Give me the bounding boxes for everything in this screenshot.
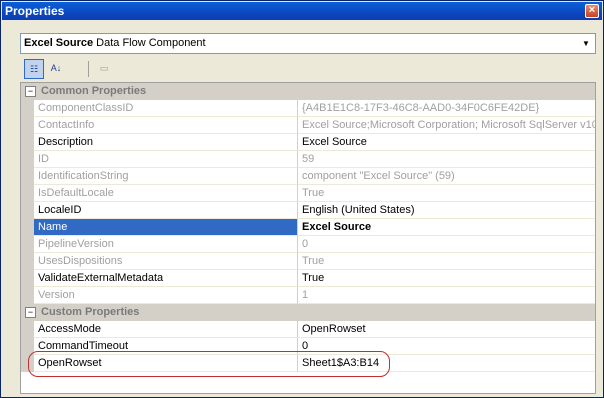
property-row[interactable]: IsDefaultLocale True xyxy=(21,185,595,202)
property-name[interactable]: ContactInfo xyxy=(34,117,298,134)
property-value[interactable]: Excel Source xyxy=(298,219,595,236)
property-row[interactable]: PipelineVersion 0 xyxy=(21,236,595,253)
property-name[interactable]: LocaleID xyxy=(34,202,298,219)
category-row[interactable]: − Common Properties xyxy=(21,83,595,100)
object-selector-dropdown[interactable]: Excel Source Data Flow Component ▼ xyxy=(20,33,596,54)
property-value: True xyxy=(298,253,595,270)
toolbar-separator xyxy=(88,61,89,77)
property-name[interactable]: ValidateExternalMetadata xyxy=(34,270,298,287)
property-pages-icon[interactable]: ▭ xyxy=(94,59,114,79)
property-name[interactable]: IsDefaultLocale xyxy=(34,185,298,202)
categorized-icon[interactable]: ☷ xyxy=(24,59,44,79)
property-row[interactable]: ContactInfo Excel Source;Microsoft Corpor… xyxy=(21,117,595,134)
openrowset-callout-highlight xyxy=(28,351,390,377)
property-name[interactable]: Name xyxy=(34,219,298,236)
property-grid-rows: − Common Properties ComponentClassID {A4B1E… xyxy=(21,83,595,372)
property-name[interactable]: Version xyxy=(34,287,298,304)
collapse-icon[interactable]: − xyxy=(25,307,36,318)
property-value: Excel Source;Microsoft Corporation; Micr… xyxy=(298,117,595,134)
property-row[interactable]: IdentificationString component "Excel Sou… xyxy=(21,168,595,185)
property-row[interactable]: Description Excel Source xyxy=(21,134,595,151)
property-name[interactable]: Description xyxy=(34,134,298,151)
property-value: {A4B1E1C8-17F3-46C8-AAD0-34F0C6FE42DE} xyxy=(298,100,595,117)
object-name: Excel Source xyxy=(24,37,94,49)
property-row[interactable]: ID 59 xyxy=(21,151,595,168)
property-name[interactable]: PipelineVersion xyxy=(34,236,298,253)
alphabetical-icon[interactable]: A↓ xyxy=(46,59,66,79)
property-row[interactable]: ComponentClassID {A4B1E1C8-17F3-46C8-AAD0… xyxy=(21,100,595,117)
property-row[interactable]: UsesDispositions True xyxy=(21,253,595,270)
properties-window: Properties × Excel Source Data Flow Comp… xyxy=(0,0,604,398)
property-value[interactable]: True xyxy=(298,270,595,287)
property-row[interactable]: AccessMode OpenRowset xyxy=(21,321,595,338)
category-label: Custom Properties xyxy=(41,306,140,318)
property-row[interactable]: Version 1 xyxy=(21,287,595,304)
property-row[interactable]: Name Excel Source xyxy=(21,219,595,236)
property-value: 0 xyxy=(298,236,595,253)
property-name[interactable]: AccessMode xyxy=(34,321,298,338)
property-row[interactable]: ValidateExternalMetadata True xyxy=(21,270,595,287)
chevron-down-icon[interactable]: ▼ xyxy=(579,36,593,51)
close-icon[interactable]: × xyxy=(585,4,599,18)
property-row[interactable]: LocaleID English (United States) xyxy=(21,202,595,219)
category-row[interactable]: − Custom Properties xyxy=(21,304,595,321)
title-bar: Properties × xyxy=(2,2,602,20)
property-name[interactable]: UsesDispositions xyxy=(34,253,298,270)
property-value[interactable]: OpenRowset xyxy=(298,321,595,338)
property-value: 1 xyxy=(298,287,595,304)
window-title: Properties xyxy=(5,4,65,18)
property-name[interactable]: ComponentClassID xyxy=(34,100,298,117)
object-type: Data Flow Component xyxy=(96,37,206,49)
property-name[interactable]: IdentificationString xyxy=(34,168,298,185)
property-value: component "Excel Source" (59) xyxy=(298,168,595,185)
property-value: 59 xyxy=(298,151,595,168)
collapse-icon[interactable]: − xyxy=(25,86,36,97)
property-name[interactable]: ID xyxy=(34,151,298,168)
property-grid: − Common Properties ComponentClassID {A4B1E… xyxy=(20,82,596,394)
properties-toolbar: ☷ A↓ ▭ xyxy=(20,57,596,81)
property-value[interactable]: English (United States) xyxy=(298,202,595,219)
category-label: Common Properties xyxy=(41,85,147,97)
property-value: True xyxy=(298,185,595,202)
property-value[interactable]: Excel Source xyxy=(298,134,595,151)
